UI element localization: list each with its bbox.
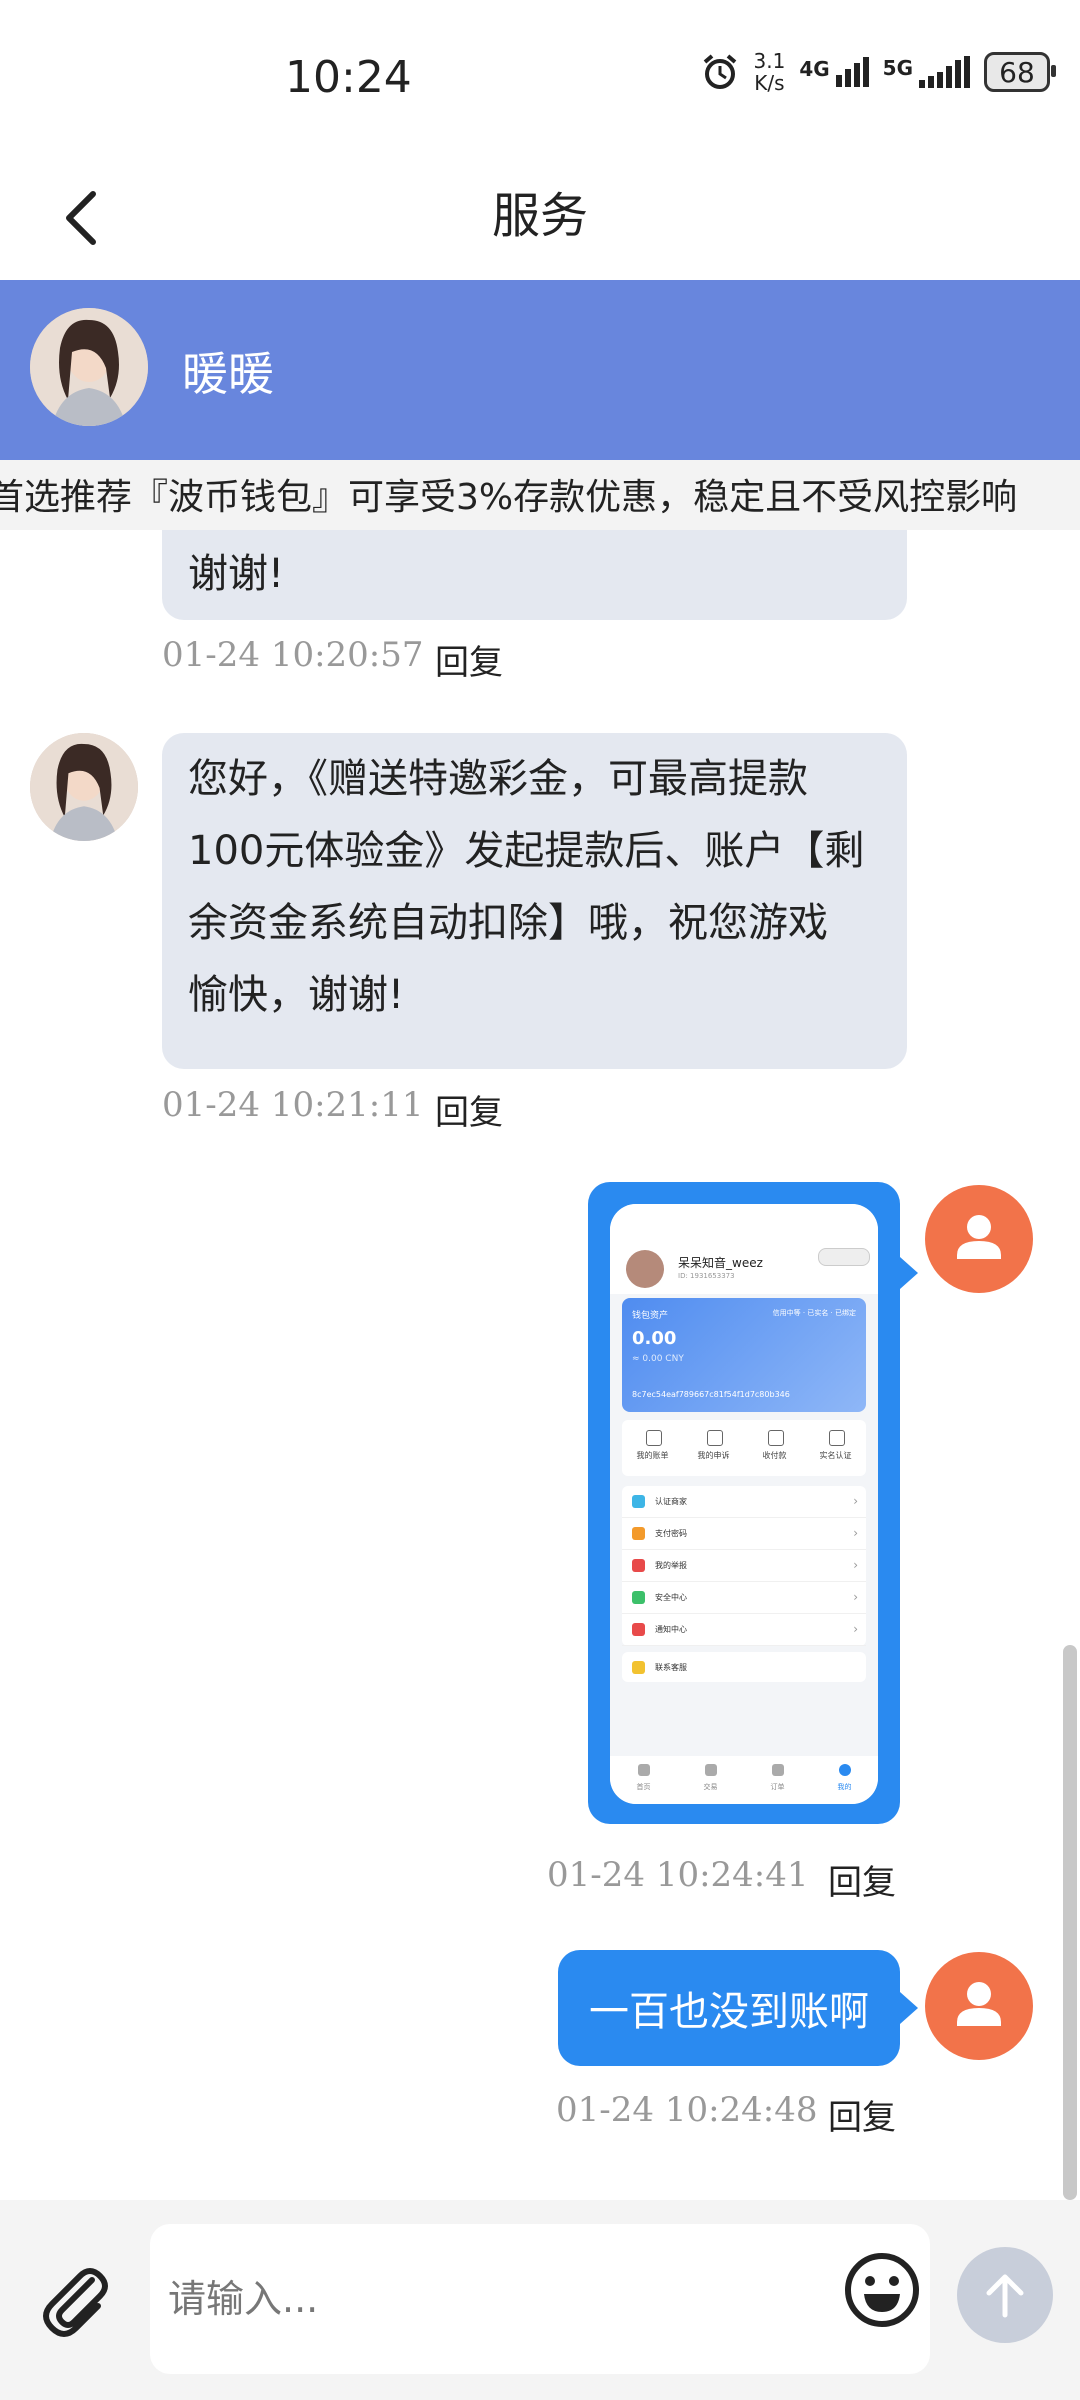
status-bar: 10:24 3.1 K/s 4G 5G 68 xyxy=(0,0,1080,150)
signal-4g-icon: 4G xyxy=(799,57,869,87)
message-time: 01-24 10:20:57 xyxy=(162,635,424,675)
screenshot-avatar xyxy=(626,1250,664,1288)
screenshot-wallet-card: 钱包资产 信用中等 · 已实名 · 已绑定 0.00 ≈ 0.00 CNY 8c… xyxy=(622,1298,866,1412)
user-avatar[interactable] xyxy=(925,1185,1033,1293)
user-icon xyxy=(957,1215,1001,1259)
reply-link[interactable]: 回复 xyxy=(828,1855,896,1904)
send-button[interactable] xyxy=(957,2247,1053,2343)
chat-area[interactable]: 谢谢! 01-24 10:20:57 回复 您好，《赠送特邀彩金，可最高提款10… xyxy=(0,530,1062,2200)
chat-scrollbar[interactable] xyxy=(1063,1645,1077,2200)
alarm-icon xyxy=(703,54,736,89)
composer-bar xyxy=(0,2200,1080,2400)
message-time: 01-24 10:24:48 xyxy=(556,2090,818,2130)
agent-banner: 暖暖 xyxy=(0,280,1080,460)
reply-link[interactable]: 回复 xyxy=(435,635,503,684)
agent-name: 暖暖 xyxy=(182,347,274,401)
image-message[interactable]: 呆呆知音_weez ID: 1931653373 钱包资产 信用中等 · 已实名… xyxy=(588,1182,900,1824)
page-title: 服务 xyxy=(491,188,588,244)
nav-bar: 服务 xyxy=(0,150,1080,281)
reply-link[interactable]: 回复 xyxy=(828,2090,896,2139)
reply-link[interactable]: 回复 xyxy=(435,1085,503,1134)
screenshot-thumbnail: 呆呆知音_weez ID: 1931653373 钱包资产 信用中等 · 已实名… xyxy=(610,1204,878,1804)
emoji-button[interactable] xyxy=(842,2250,922,2330)
user-icon xyxy=(957,1982,1001,2026)
notice-marquee: 首选推荐『波币钱包』可享受3%存款优惠，稳定且不受风控影响 xyxy=(0,460,1080,530)
message-input[interactable] xyxy=(150,2224,930,2374)
user-avatar[interactable] xyxy=(925,1952,1033,2060)
signal-5g-icon: 5G xyxy=(883,56,970,88)
message-time: 01-24 10:24:41 xyxy=(547,1855,809,1895)
emoji-icon xyxy=(845,2253,919,2327)
agent-message-bubble: 您好，《赠送特邀彩金，可最高提款100元体验金》发起提款后、账户【剩余资金系统自… xyxy=(162,733,907,1069)
agent-avatar[interactable] xyxy=(30,308,148,426)
arrow-up-icon xyxy=(986,2274,1024,2318)
paperclip-icon xyxy=(43,2268,108,2337)
status-time: 10:24 xyxy=(285,52,412,103)
notice-text: 首选推荐『波币钱包』可享受3%存款优惠，稳定且不受风控影响 xyxy=(0,477,1018,518)
agent-message-bubble: 谢谢! xyxy=(162,530,907,620)
net-speed: 3.1 K/s xyxy=(753,49,786,95)
user-message-bubble: 一百也没到账啊 xyxy=(558,1950,900,2066)
message-time: 01-24 10:21:11 xyxy=(162,1085,424,1125)
status-icons: 3.1 K/s 4G 5G 68 xyxy=(700,49,1056,95)
attach-button[interactable] xyxy=(34,2260,114,2340)
battery-icon: 68 xyxy=(984,52,1056,92)
agent-avatar[interactable] xyxy=(30,733,138,841)
